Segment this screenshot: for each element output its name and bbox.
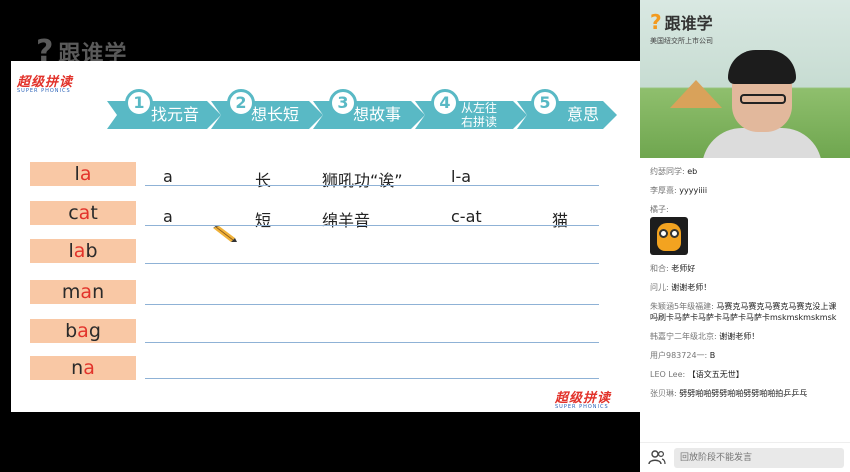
logo-subtext: SUPER PHONICS [17, 88, 71, 94]
cell-length: 长 [255, 171, 272, 190]
chat-text: 【语文五无世】 [687, 370, 744, 379]
row-line [145, 378, 599, 379]
super-phonics-logo: 超级拼读 SUPER PHONICS [17, 71, 73, 94]
row-line [145, 342, 599, 343]
word-suffix: b [85, 240, 98, 262]
tent-background [670, 80, 722, 108]
step-5-label: 意思 [567, 105, 600, 124]
chat-message: 李厚熹: yyyyiiii [650, 185, 842, 196]
cell-meaning: 猫 [552, 211, 569, 230]
chat-message: 用户983724一: B [650, 350, 842, 361]
step-1-number: 1 [125, 89, 153, 117]
word-card-la: la [30, 162, 136, 186]
step-3-number: 3 [329, 89, 357, 117]
chat-message: 韩嘉宁二年级北京: 谢谢老师！ [650, 331, 842, 342]
cell-length: 短 [255, 211, 272, 230]
word-suffix: t [90, 202, 98, 224]
slide: 超级拼读 SUPER PHONICS 找元音 1 想长短 2 想故事 3 从左往 [11, 61, 640, 412]
chat-input-bar [640, 442, 850, 472]
question-mark-logo-icon: ? [650, 10, 662, 34]
side-panel: ? 跟谁学 美国纽交所上市公司 约瑟同学: eb 李厚熹: yyyyiiii 橘子… [640, 0, 850, 472]
teacher-glasses [740, 94, 786, 104]
chat-user: 和合: [650, 264, 669, 273]
step-5-number: 5 [531, 89, 559, 117]
courseware-stage: ? 跟谁学 超级拼读 SUPER PHONICS 找元音 1 想长短 2 想故事 [0, 0, 640, 472]
word-vowel: a [73, 240, 86, 262]
row-line [145, 304, 599, 305]
chat-user: 朱颖涵5年级福建: [650, 302, 714, 311]
teacher-hair [728, 50, 796, 84]
teacher-body [702, 128, 822, 158]
chat-list[interactable]: 约瑟同学: eb 李厚熹: yyyyiiii 橘子: 和合: 老师好 问儿: 谢… [640, 160, 850, 436]
step-4-label-line2: 右拼读 [461, 115, 498, 129]
chat-text: eb [687, 167, 698, 176]
row-line [145, 263, 599, 264]
chat-user: LEO Lee: [650, 370, 686, 379]
chat-text: B [709, 351, 716, 360]
live-class-window: ? 跟谁学 超级拼读 SUPER PHONICS 找元音 1 想长短 2 想故事 [0, 0, 850, 472]
chat-user: 用户983724一: [650, 351, 708, 360]
chat-text: 谢谢老师！ [671, 283, 712, 292]
chat-user: 韩嘉宁二年级北京: [650, 332, 717, 341]
word-prefix: m [61, 281, 81, 303]
chat-message: 朱颖涵5年级福建: 马赛克马赛克马赛克马赛克没上课吗刷卡马萨卡马萨卡马萨卡马萨卡… [650, 301, 842, 323]
word-prefix: c [68, 202, 79, 224]
word-vowel: a [78, 202, 91, 224]
chat-user: 问儿: [650, 283, 669, 292]
word-vowel: a [79, 163, 92, 185]
brand-name: 跟谁学 [664, 14, 713, 33]
chat-message: LEO Lee: 【语文五无世】 [650, 369, 842, 380]
step-4-number: 4 [431, 89, 459, 117]
chat-user: 约瑟同学: [650, 167, 685, 176]
super-phonics-logo-bottom: 超级拼读 SUPER PHONICS [555, 387, 611, 410]
cell-blend: l-a [451, 167, 472, 186]
brand-subtitle: 美国纽交所上市公司 [650, 37, 713, 45]
word-card-bag: bag [30, 319, 136, 343]
chat-input[interactable] [674, 448, 844, 468]
chat-text: yyyyiiii [679, 186, 708, 195]
chat-message: 问儿: 谢谢老师！ [650, 282, 842, 293]
word-card-lab: lab [30, 239, 136, 263]
cell-blend: c-at [451, 207, 482, 226]
word-suffix: n [92, 281, 105, 303]
step-3-label: 想故事 [353, 105, 402, 124]
chat-user: 张贝琳: [650, 389, 677, 398]
word-prefix: n [71, 357, 84, 379]
cell-story: 狮吼功“诶” [322, 171, 403, 190]
teacher-video: ? 跟谁学 美国纽交所上市公司 [640, 0, 850, 158]
word-vowel: a [80, 281, 93, 303]
pencil-icon[interactable] [211, 226, 237, 242]
chat-text: 劈劈啪啪劈劈啪啪劈劈啪啪拍乒乒乓 [679, 389, 808, 398]
step-1-label: 找元音 [151, 105, 200, 124]
chat-text: 老师好 [671, 264, 696, 273]
logo-subtext: SUPER PHONICS [555, 404, 609, 410]
word-card-man: man [30, 280, 136, 304]
owl-sticker-icon [650, 217, 688, 255]
cell-vowel: a [163, 167, 173, 186]
chat-message: 张贝琳: 劈劈啪啪劈劈啪啪劈劈啪啪拍乒乒乓 [650, 388, 842, 399]
chat-message: 约瑟同学: eb [650, 166, 842, 177]
row-line [145, 185, 599, 186]
step-1: 找元音 [107, 101, 221, 129]
chat-message: 和合: 老师好 [650, 263, 842, 274]
word-vowel: a [77, 320, 89, 342]
chat-text: 谢谢老师！ [719, 332, 760, 341]
word-prefix: b [65, 320, 78, 342]
cell-story: 绵羊音 [322, 211, 371, 230]
people-icon[interactable] [648, 449, 666, 465]
word-card-cat: cat [30, 201, 136, 225]
word-suffix: g [88, 320, 101, 342]
brand-logo: ? 跟谁学 美国纽交所上市公司 [650, 10, 713, 46]
chat-message: 橘子: [650, 204, 842, 255]
step-2-label: 想长短 [251, 105, 300, 124]
cell-vowel: a [163, 207, 173, 226]
word-card-na: na [30, 356, 136, 380]
step-arrows: 找元音 1 想长短 2 想故事 3 从左往 右拼读 4 意思 5 [107, 89, 617, 139]
chat-user: 李厚熹: [650, 186, 677, 195]
step-2-number: 2 [227, 89, 255, 117]
chat-user: 橘子: [650, 205, 669, 214]
word-vowel: a [83, 357, 95, 379]
